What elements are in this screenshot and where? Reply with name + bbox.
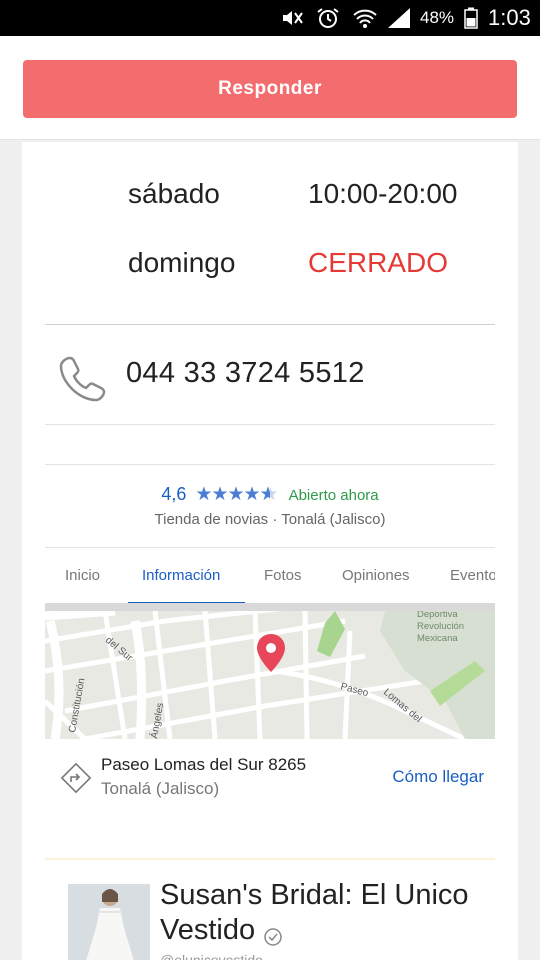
address-city: Tonalá (Jalisco) <box>101 779 220 798</box>
open-status: Abierto ahora <box>288 487 379 504</box>
alarm-icon <box>316 7 340 29</box>
business-category: Tienda de novias · Tonalá (Jalisco) <box>45 511 495 528</box>
tab-eventos[interactable]: Evento <box>450 548 495 603</box>
status-bar: 48% 1:03 <box>0 0 540 36</box>
hours-day: sábado <box>128 178 220 209</box>
post-title-text: Susan's Bridal: El Unico Vestido <box>160 879 469 946</box>
phone-number[interactable]: 044 33 3724 5512 <box>126 357 365 390</box>
map-streets: del Sur Constitución Ángeles Paseo Lomas… <box>45 611 495 739</box>
directions-icon <box>59 761 93 795</box>
rating-stars-icon: ★★★★★★ <box>195 484 277 505</box>
hours-time: 10:00-20:00 <box>308 178 458 209</box>
hours-row-saturday: sábado 10:00-20:00 <box>128 178 488 218</box>
category-label: Tienda de novias <box>154 511 269 528</box>
top-action-bar: Responder <box>0 36 540 140</box>
post-thumbnail[interactable] <box>68 884 150 960</box>
divider <box>45 424 495 425</box>
mute-icon <box>280 7 304 29</box>
address-row: Paseo Lomas del Sur 8265 Tonalá (Jalisco… <box>45 739 495 839</box>
phone-row[interactable]: 044 33 3724 5512 <box>57 352 477 402</box>
signal-icon <box>386 7 412 29</box>
panel-tabs: Inicio Información Fotos Opiniones Event… <box>45 547 495 603</box>
map-view[interactable]: del Sur Constitución Ángeles Paseo Lomas… <box>45 603 495 739</box>
directions-link[interactable]: Cómo llegar <box>392 767 484 787</box>
reply-button[interactable]: Responder <box>23 60 517 118</box>
separator-dot: · <box>272 511 282 528</box>
rating-score[interactable]: 4,6 <box>161 484 186 504</box>
rating-line: 4,6 ★★★★★★ Abierto ahora <box>45 483 495 506</box>
phone-icon <box>57 354 107 404</box>
battery-percent: 48% <box>420 8 455 27</box>
map-pin-icon <box>255 633 287 673</box>
verified-icon <box>263 921 283 947</box>
hours-day: domingo <box>128 247 236 278</box>
hours-closed-label: CERRADO <box>308 247 449 278</box>
battery-icon <box>463 7 479 29</box>
tab-informacion[interactable]: Información <box>128 548 245 603</box>
address-street: Paseo Lomas del Sur 8265 <box>101 755 307 774</box>
tab-opiniones[interactable]: Opiniones <box>342 548 410 603</box>
post-handle: @elunicovestido <box>160 952 263 960</box>
post-title[interactable]: Susan's Bridal: El Unico Vestido <box>160 878 490 948</box>
divider <box>45 324 495 325</box>
clock: 1:03 <box>488 5 531 30</box>
divider <box>45 858 495 860</box>
content-card: sábado 10:00-20:00 domingo CERRADO 044 3… <box>22 142 518 960</box>
tab-fotos[interactable]: Fotos <box>264 548 302 603</box>
wifi-icon <box>352 7 378 29</box>
business-knowledge-panel: 4,6 ★★★★★★ Abierto ahora Tienda de novia… <box>45 464 495 839</box>
tab-inicio[interactable]: Inicio <box>65 548 100 603</box>
location-label: Tonalá (Jalisco) <box>281 511 386 528</box>
hours-row-sunday: domingo CERRADO <box>128 247 488 287</box>
